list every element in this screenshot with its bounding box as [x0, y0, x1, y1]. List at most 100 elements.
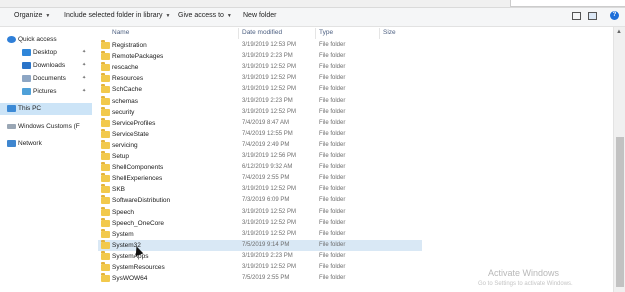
folder-icon	[101, 62, 110, 72]
column-name[interactable]: Name	[112, 29, 129, 36]
file-date-modified: 7/3/2019 6:09 PM	[242, 197, 290, 204]
nav-quick-access[interactable]: Quick access	[0, 34, 92, 46]
file-type: File folder	[319, 197, 346, 204]
file-row[interactable]: System 3/19/2019 12:52 PM File folder	[98, 228, 422, 240]
folder-icon	[101, 40, 110, 49]
file-name: ShellExperiences	[112, 175, 163, 183]
column-divider[interactable]	[379, 28, 380, 39]
column-date[interactable]: Date modified	[242, 29, 282, 36]
file-type: File folder	[319, 53, 346, 60]
network-icon	[7, 140, 16, 147]
file-name: RemotePackages	[112, 53, 164, 61]
file-name: SystemResources	[112, 264, 165, 271]
vertical-scrollbar[interactable]: ▲	[613, 27, 625, 292]
file-row[interactable]: Setup 3/19/2019 12:56 PM File folder	[98, 151, 422, 162]
nav-drive[interactable]: Windows Customs (F	[0, 121, 92, 133]
nav-documents[interactable]: Documents ✦	[0, 73, 92, 85]
command-bar: Organize ▼ Include selected folder in lib…	[0, 8, 625, 27]
scrollbar-thumb[interactable]	[616, 137, 624, 287]
file-row[interactable]: Resources 3/19/2019 12:52 PM File folder	[98, 73, 422, 84]
file-type: File folder	[319, 97, 346, 104]
file-row[interactable]: SKB 3/19/2019 12:52 PM File folder	[98, 184, 422, 195]
file-row[interactable]: System32 7/5/2019 9:14 PM File folder	[98, 239, 422, 251]
file-type: File folder	[319, 252, 346, 259]
file-date-modified: 3/19/2019 2:23 PM	[242, 53, 293, 60]
file-row[interactable]: ServiceState 7/4/2019 12:55 PM File folder	[98, 128, 422, 140]
include-in-library-menu[interactable]: Include selected folder in library ▼	[64, 12, 170, 19]
column-type[interactable]: Type	[319, 29, 333, 36]
file-row[interactable]: Speech 3/19/2019 12:52 PM File folder	[98, 206, 422, 218]
file-name: ServiceState	[112, 130, 149, 138]
file-date-modified: 3/19/2019 12:52 PM	[242, 264, 297, 270]
file-row[interactable]: rescache 3/19/2019 12:52 PM File folder	[98, 62, 422, 73]
file-row[interactable]: RemotePackages 3/19/2019 2:23 PM File fold…	[98, 51, 422, 62]
column-size[interactable]: Size	[383, 29, 396, 36]
file-type: File folder	[319, 75, 346, 82]
file-type: File folder	[319, 230, 346, 237]
file-row[interactable]: security 3/19/2019 12:52 PM File folder	[98, 106, 422, 118]
file-name: SchCache	[112, 86, 142, 94]
file-row[interactable]: ServiceProfiles 7/4/2019 8:47 AM File fold…	[98, 117, 422, 129]
drive-icon	[7, 124, 16, 129]
organize-label: Organize	[14, 12, 43, 19]
file-name: SoftwareDistribution	[112, 197, 171, 205]
folder-icon	[101, 239, 110, 249]
column-divider[interactable]	[315, 28, 316, 39]
folder-icon	[101, 151, 110, 160]
file-date-modified: 3/19/2019 2:23 PM	[242, 252, 293, 259]
file-type: File folder	[319, 141, 346, 148]
column-divider[interactable]	[238, 28, 239, 39]
file-type: File folder	[319, 164, 346, 171]
file-row[interactable]: ShellComponents 6/12/2019 9:32 AM File fol…	[98, 162, 422, 173]
nav-downloads-label: Downloads	[33, 62, 66, 69]
file-row[interactable]: SystemApps 3/19/2019 2:23 PM File folder	[98, 250, 422, 262]
activation-watermark-subtitle: Go to Settings to activate Windows.	[478, 281, 573, 287]
file-row[interactable]: schemas 3/19/2019 2:23 PM File folder	[98, 95, 422, 107]
file-name: Speech	[112, 208, 135, 216]
file-name: security	[112, 108, 135, 116]
file-type: File folder	[319, 130, 346, 137]
file-row[interactable]: Speech_OneCore 3/19/2019 12:52 PM File fol…	[98, 217, 422, 229]
file-row[interactable]: ShellExperiences 7/4/2019 2:55 PM File fol…	[98, 173, 422, 184]
file-row[interactable]: Registration 3/19/2019 12:53 PM File folde…	[98, 40, 422, 51]
give-access-menu[interactable]: Give access to ▼	[178, 12, 232, 19]
pin-icon: ✦	[82, 75, 87, 81]
file-row[interactable]: SchCache 3/19/2019 12:52 PM File folder	[98, 84, 422, 95]
search-box[interactable]	[510, 0, 625, 7]
chevron-down-icon: ▼	[226, 13, 232, 19]
new-folder-button[interactable]: New folder	[243, 12, 276, 19]
scroll-up-arrow-icon[interactable]: ▲	[616, 29, 622, 35]
change-view-icon[interactable]	[572, 12, 581, 20]
file-row[interactable]: SysWOW64 7/5/2019 2:55 PM File folder	[98, 273, 422, 284]
folder-icon	[101, 73, 110, 83]
file-name: ShellComponents	[112, 164, 164, 172]
file-date-modified: 3/19/2019 12:52 PM	[242, 64, 297, 71]
nav-desktop[interactable]: Desktop ✦	[0, 47, 92, 59]
download-icon	[22, 62, 31, 69]
file-type: File folder	[319, 175, 346, 182]
file-name: Registration	[112, 42, 147, 49]
help-icon[interactable]: ?	[610, 11, 619, 20]
documents-icon	[22, 75, 31, 82]
nav-network[interactable]: Network	[0, 138, 92, 150]
give-access-label: Give access to	[178, 12, 224, 19]
preview-pane-icon[interactable]	[588, 12, 597, 20]
file-date-modified: 3/19/2019 12:52 PM	[242, 219, 297, 226]
folder-icon	[101, 117, 110, 127]
file-row[interactable]: SystemResources 3/19/2019 12:52 PM File fo…	[98, 262, 422, 273]
file-type: File folder	[319, 275, 346, 282]
file-name: schemas	[112, 97, 139, 105]
file-name: Speech_OneCore	[112, 219, 165, 227]
folder-icon	[101, 106, 110, 116]
nav-downloads[interactable]: Downloads ✦	[0, 60, 92, 72]
file-row[interactable]: servicing 7/4/2019 2:49 PM File folder	[98, 139, 422, 151]
address-strip	[0, 0, 625, 8]
file-type: File folder	[319, 208, 346, 215]
organize-menu[interactable]: Organize ▼	[14, 12, 50, 19]
folder-icon	[101, 84, 110, 94]
file-date-modified: 3/19/2019 12:52 PM	[242, 208, 297, 215]
chevron-down-icon: ▼	[165, 13, 171, 19]
nav-pictures[interactable]: Pictures ✦	[0, 86, 92, 98]
file-row[interactable]: SoftwareDistribution 7/3/2019 6:09 PM File…	[98, 195, 422, 206]
nav-this-pc[interactable]: This PC	[0, 103, 92, 115]
